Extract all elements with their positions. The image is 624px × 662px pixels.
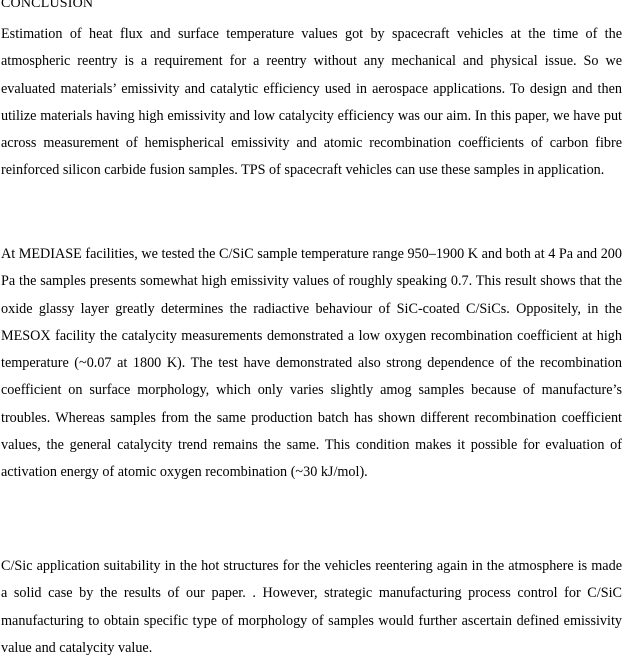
paragraph-introduction: Estimation of heat flux and surface temp… [1, 26, 622, 179]
paragraph-results: At MEDIASE facilities, we tested the C/S… [1, 246, 622, 481]
paragraph-closing: C/Sic application suitability in the hot… [1, 558, 622, 656]
section-heading: CONCLUSION [1, 0, 94, 11]
document-page: CONCLUSION Estimation of heat flux and s… [0, 0, 624, 659]
